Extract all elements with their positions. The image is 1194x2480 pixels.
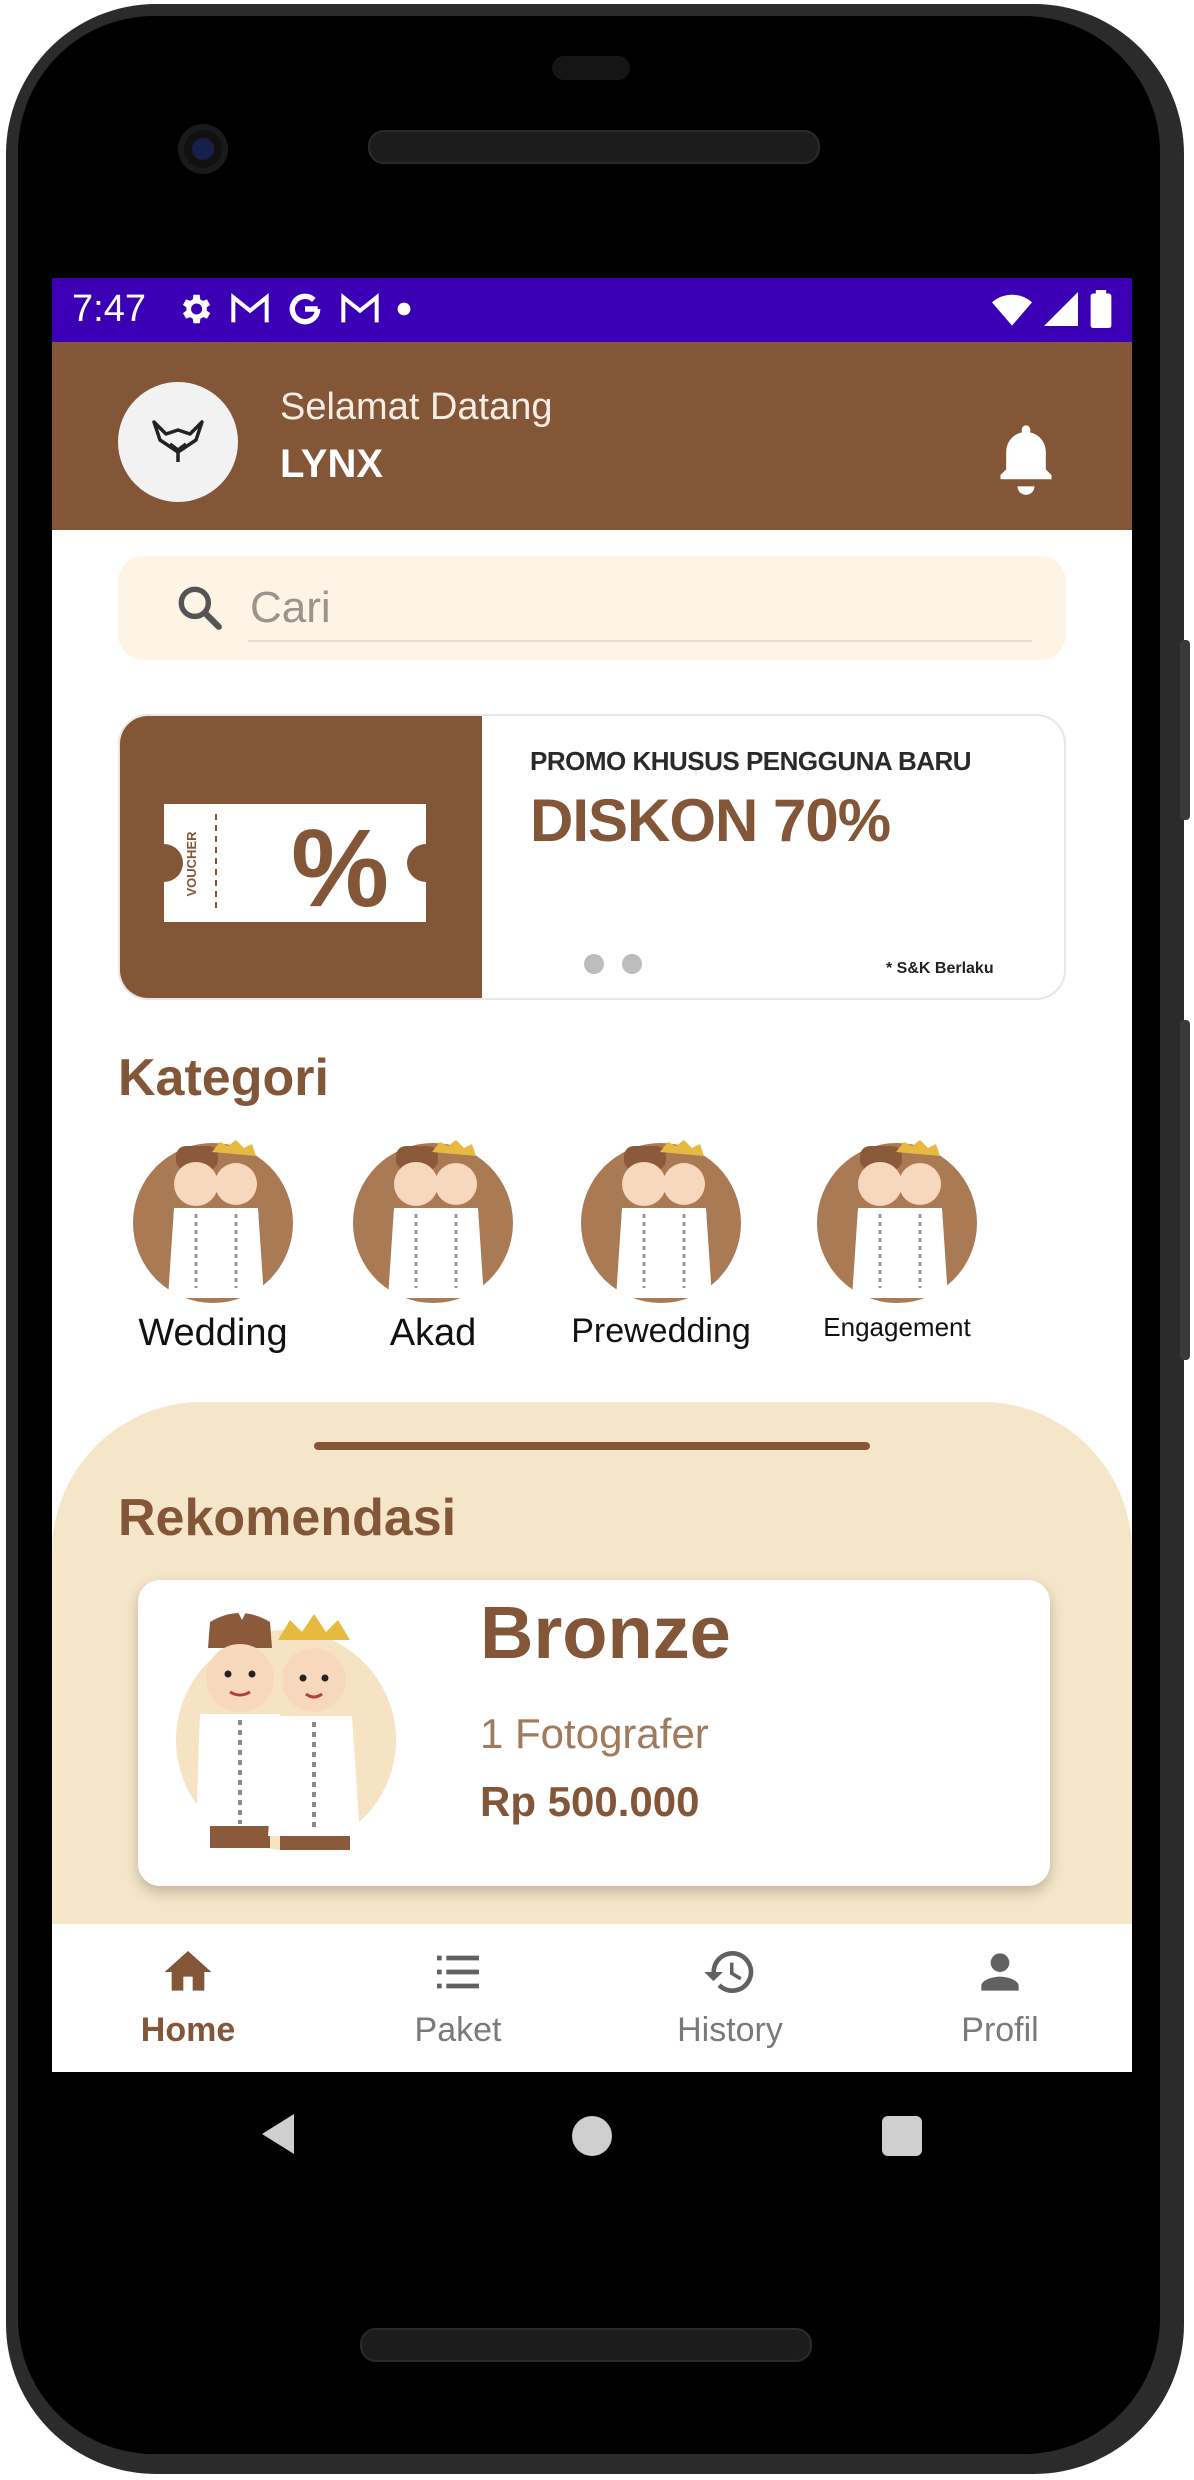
search-icon [178,586,222,630]
nav-profil[interactable]: Profil [890,1944,1110,2050]
gmail-icon [231,293,269,323]
power-button [1180,640,1190,820]
nav-home[interactable]: Home [78,1944,298,2050]
wifi-icon [992,294,1032,326]
system-recents-icon[interactable] [882,2116,922,2156]
nav-label: History [677,2011,783,2049]
status-time: 7:47 [72,288,146,330]
couple-illustration-icon [581,1140,741,1303]
home-icon [164,1951,212,1991]
category-label: Prewedding [571,1312,751,1350]
couple-illustration-icon [133,1140,293,1303]
google-icon [289,293,321,325]
category-akad[interactable]: Akad [328,1138,538,1355]
nav-history[interactable]: History [620,1944,840,2050]
recommendation-title: Rekomendasi [118,1489,457,1547]
category-prewedding[interactable]: Prewedding [556,1138,766,1351]
dot-icon [397,302,411,316]
package-price: Rp 500.000 [480,1778,700,1825]
proximity-sensor [552,56,630,80]
nav-label: Home [140,2011,236,2049]
svg-text:%: % [291,807,389,922]
app-header: Selamat Datang LYNX [52,342,1132,530]
package-name: Bronze [480,1591,731,1674]
search-input[interactable] [248,576,1032,642]
battery-icon [1090,290,1112,328]
history-icon [704,1951,754,1993]
promo-banner[interactable]: VOUCHER % PROMO KHUSUS PENGGUNA BARU DIS… [118,714,1066,1000]
volume-button [1180,1020,1190,1360]
package-photographers: 1 Fotografer [480,1710,709,1757]
system-back-icon[interactable] [258,2112,298,2156]
package-card[interactable]: Bronze 1 Fotografer Rp 500.000 [138,1580,1050,1886]
gmail-icon [341,293,379,323]
list-icon [437,1955,479,1989]
voucher-ticket-icon: VOUCHER % [164,804,426,922]
bottom-speaker [360,2328,812,2362]
earpiece-speaker [368,130,820,164]
category-label: Engagement [823,1312,971,1342]
category-label: Akad [389,1312,477,1354]
bell-icon[interactable] [992,420,1060,496]
fox-logo-icon [152,420,204,462]
status-bar: 7:47 [52,278,1132,342]
promo-title: DISKON 70% [530,787,891,854]
couple-illustration-icon [353,1140,513,1303]
nav-label: Paket [414,2011,502,2049]
username: LYNX [280,442,384,486]
category-label: Wedding [138,1312,288,1354]
category-engagement[interactable]: Engagement [792,1138,1002,1343]
front-camera [178,124,228,174]
category-wedding[interactable]: Wedding [108,1138,318,1355]
recommendation-panel[interactable]: Rekomendasi Bronze 1 Fotografer Rp 500.0… [52,1402,1132,1962]
promo-terms: * S&K Berlaku [886,960,994,977]
search-bar[interactable] [118,556,1066,660]
greeting-text: Selamat Datang [280,386,553,428]
carousel-dot[interactable] [584,954,604,974]
avatar[interactable] [118,382,238,502]
system-home-icon[interactable] [572,2116,612,2156]
categories-title: Kategori [118,1049,329,1107]
carousel-indicator [584,954,642,974]
app-screen: 7:47 Selamat Datang LYNX Cari VOUCHER % … [52,278,1132,2072]
nav-label: Profil [961,2011,1039,2049]
device-frame: 7:47 Selamat Datang LYNX Cari VOUCHER % … [0,0,1194,2480]
svg-text:VOUCHER: VOUCHER [184,831,199,897]
couple-illustration-icon [817,1140,977,1303]
panel-drag-handle[interactable] [314,1442,870,1450]
couple-illustration-icon [176,1608,396,1850]
promo-subtitle: PROMO KHUSUS PENGGUNA BARU [530,746,972,776]
person-icon [981,1953,1019,1991]
bottom-navigation: Home Paket History Profil [52,1924,1132,2072]
banner-voucher-panel: VOUCHER % [120,716,482,998]
nav-paket[interactable]: Paket [348,1944,568,2050]
signal-icon [1044,292,1078,326]
gear-icon [182,294,211,324]
carousel-dot[interactable] [622,954,642,974]
